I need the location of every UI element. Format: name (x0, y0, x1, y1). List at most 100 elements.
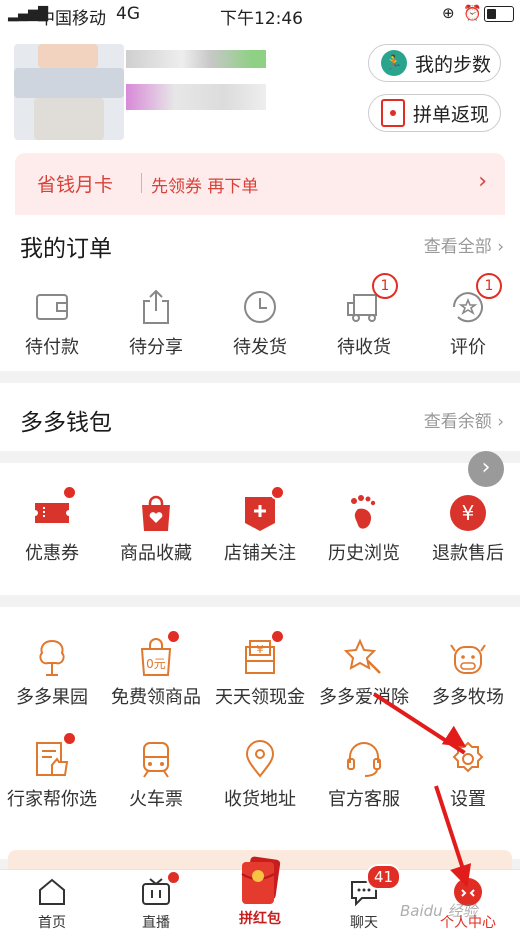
free-goods-icon-text: 0元 (146, 657, 166, 671)
cash-icon-text: ¥ (257, 643, 264, 656)
shortcut-label: 店铺关注 (224, 543, 296, 564)
tab-live[interactable]: 直播 (104, 870, 208, 932)
tab-label: 直播 (142, 915, 170, 931)
service-label: 官方客服 (328, 789, 400, 810)
savings-card-banner[interactable]: 省钱月卡 先领券 再下单 › (15, 153, 505, 215)
group-cashback-label: 拼单返现 (413, 103, 490, 126)
cow-icon (448, 637, 488, 677)
service-label: 收货地址 (224, 789, 296, 810)
notification-dot (270, 485, 285, 500)
shortcut-label: 退款售后 (432, 543, 504, 564)
notification-dot (270, 629, 285, 644)
running-icon: 🏃 (381, 50, 407, 76)
refund-icon: ¥ (448, 493, 488, 533)
tv-icon (140, 870, 181, 908)
service-elimination-game[interactable]: 多多爱消除 (312, 637, 416, 709)
order-label: 待分享 (129, 337, 183, 358)
order-label: 待发货 (233, 337, 287, 358)
service-label: 天天领现金 (215, 687, 305, 708)
avatar[interactable] (14, 44, 124, 140)
network-label: 4G (116, 4, 140, 24)
cash-icon: ¥ (240, 629, 285, 677)
favorite-bag-icon (136, 493, 176, 533)
service-label: 多多爱消除 (319, 687, 409, 708)
chevron-right-icon: › (497, 237, 504, 257)
banner-subtitle: 先领券 再下单 (151, 177, 259, 197)
service-daily-cash[interactable]: ¥ 天天领现金 (208, 629, 312, 709)
clock-icon (240, 287, 280, 327)
watermark: Baidu 经验 (400, 902, 478, 920)
orders-title: 我的订单 (20, 236, 112, 262)
order-pending-receipt[interactable]: 1 待收货 (312, 273, 416, 359)
order-pending-share[interactable]: 待分享 (104, 287, 208, 359)
order-pending-payment[interactable]: 待付款 (0, 287, 104, 359)
notification-dot (62, 485, 77, 500)
headset-icon (344, 739, 384, 779)
alarm-icon: ⏰ (463, 4, 482, 22)
nickname-blurred (126, 50, 266, 68)
footprint-icon (344, 493, 384, 533)
coupon-icon (32, 485, 77, 533)
scroll-next-button[interactable]: › (468, 451, 504, 487)
order-pending-shipment[interactable]: 待发货 (208, 287, 312, 359)
notification-dot (166, 870, 181, 885)
service-shipping-address[interactable]: 收货地址 (208, 739, 312, 811)
banner-divider (141, 173, 142, 193)
view-balance-label: 查看余额 (423, 412, 492, 432)
train-icon (136, 739, 176, 779)
wallet-icon (32, 287, 72, 327)
tab-label: 首页 (38, 915, 66, 931)
service-expert-pick[interactable]: 行家帮你选 (0, 731, 104, 811)
service-label: 多多果园 (16, 687, 88, 708)
service-label: 火车票 (129, 789, 183, 810)
chat-icon: 41 (348, 864, 402, 908)
svg-text:¥: ¥ (462, 501, 475, 525)
service-customer-support[interactable]: 官方客服 (312, 739, 416, 811)
view-all-orders-link[interactable]: 查看全部 › (424, 232, 504, 257)
red-envelope-icon (234, 856, 286, 908)
service-label: 行家帮你选 (7, 789, 97, 810)
battery-icon (484, 6, 514, 22)
shortcut-store-follow[interactable]: 店铺关注 (208, 485, 312, 565)
shortcut-label: 历史浏览 (328, 543, 400, 564)
order-label: 评价 (450, 337, 486, 358)
review-icon: 1 (448, 273, 502, 327)
service-free-goods[interactable]: 0元 免费领商品 (104, 629, 208, 709)
carrier-label: 中国移动 (38, 9, 106, 29)
my-steps-label: 我的步数 (415, 53, 492, 76)
shortcut-refund[interactable]: ¥ 退款售后 (416, 493, 520, 565)
group-cashback-button[interactable]: 拼单返现 (368, 94, 501, 132)
view-balance-link[interactable]: 查看余额 › (424, 407, 504, 432)
service-settings[interactable]: 设置 (416, 739, 520, 811)
share-icon (136, 287, 176, 327)
chat-unread-badge: 41 (366, 864, 402, 890)
notification-dot (62, 731, 77, 746)
order-review[interactable]: 1 评价 (416, 273, 520, 359)
my-steps-button[interactable]: 🏃 我的步数 (368, 44, 501, 82)
wallet-section[interactable]: 多多钱包 查看余额 › (0, 383, 520, 451)
tab-label: 拼红包 (239, 911, 281, 927)
service-label: 免费领商品 (111, 687, 201, 708)
home-icon (36, 876, 68, 908)
shortcut-label: 商品收藏 (120, 543, 192, 564)
tree-icon (32, 637, 72, 677)
order-label: 待收货 (337, 337, 391, 358)
order-label: 待付款 (25, 337, 79, 358)
shortcut-favorites[interactable]: 商品收藏 (104, 493, 208, 565)
red-envelope-small-icon (381, 99, 405, 127)
shortcut-history[interactable]: 历史浏览 (312, 493, 416, 565)
tab-home[interactable]: 首页 (0, 876, 104, 932)
notification-dot (166, 629, 181, 644)
service-train-tickets[interactable]: 火车票 (104, 739, 208, 811)
shortcut-coupons[interactable]: 优惠券 (0, 485, 104, 565)
services-section: 多多果园 0元 免费领商品 ¥ 天天领现金 多多爱消除 多多牧场 行家帮你选 火… (0, 607, 520, 859)
service-orchard[interactable]: 多多果园 (0, 637, 104, 709)
orders-section: 我的订单 查看全部 › 待付款 待分享 待发货 1 待收货 1 评价 (0, 215, 520, 371)
shortcuts-section: › 优惠券 商品收藏 店铺关注 历史浏览 ¥ 退款售后 (0, 451, 520, 595)
truck-icon: 1 (344, 273, 398, 327)
clock-label: 下午12:46 (220, 9, 303, 29)
user-tags-blurred (126, 84, 266, 110)
service-ranch[interactable]: 多多牧场 (416, 637, 520, 709)
chevron-right-icon: › (497, 412, 504, 432)
tab-red-envelope[interactable]: 拼红包 (208, 856, 312, 928)
